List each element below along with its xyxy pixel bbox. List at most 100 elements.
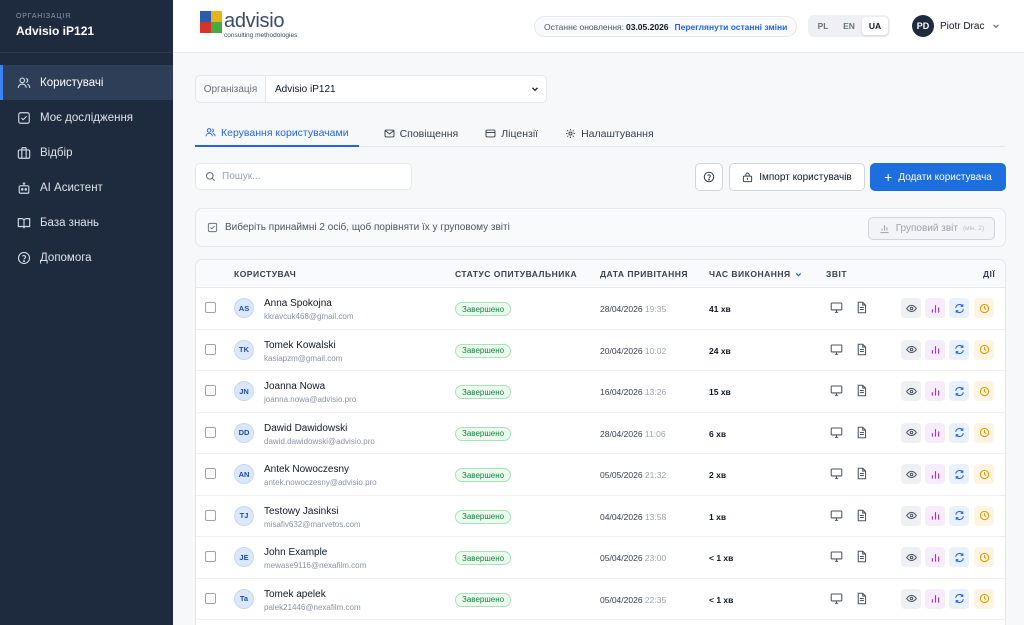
user-email: kasiapzm@gmail.com	[264, 353, 343, 363]
hour-value: 23:00	[644, 553, 667, 563]
clock-icon[interactable]	[974, 422, 994, 443]
last-update-date: 03.05.2026	[625, 21, 669, 32]
clock-icon[interactable]	[974, 547, 994, 567]
advisio-logo[interactable]: advisio consulting methodologies	[200, 11, 297, 39]
document-icon[interactable]	[855, 509, 868, 525]
lang-ua-button[interactable]: UA	[862, 17, 888, 35]
clock-icon[interactable]	[974, 464, 994, 484]
refresh-icon[interactable]	[949, 298, 969, 318]
view-eye-icon[interactable]	[901, 505, 921, 526]
document-icon[interactable]	[855, 592, 868, 608]
bar-chart-icon[interactable]	[925, 464, 945, 484]
monitor-icon[interactable]	[830, 467, 843, 483]
import-users-label: Імпорт користувачів	[759, 171, 852, 183]
lang-pl-button[interactable]: PL	[810, 17, 836, 35]
document-icon[interactable]	[855, 426, 868, 442]
view-eye-icon[interactable]	[901, 422, 921, 443]
tab-settings[interactable]: Налаштування	[563, 120, 656, 147]
refresh-icon[interactable]	[949, 505, 969, 526]
refresh-icon[interactable]	[949, 422, 969, 443]
import-users-button[interactable]: Імпорт користувачів	[729, 163, 865, 191]
monitor-icon[interactable]	[830, 384, 843, 400]
refresh-icon[interactable]	[949, 588, 969, 609]
document-icon[interactable]	[855, 550, 868, 566]
welcome-date: 28/04/2026 19:35	[600, 304, 666, 314]
chevron-down-icon	[993, 24, 1000, 29]
monitor-icon[interactable]	[830, 426, 843, 442]
clock-icon[interactable]	[974, 505, 994, 526]
row-checkbox[interactable]	[205, 592, 216, 604]
sidebar-item-label: Моє дослідження	[40, 111, 134, 124]
status-badge: Завершено	[455, 343, 512, 358]
document-icon[interactable]	[855, 301, 868, 317]
clock-icon[interactable]	[974, 588, 994, 609]
bar-chart-icon[interactable]	[925, 381, 945, 401]
row-checkbox[interactable]	[205, 509, 216, 521]
view-changes-link[interactable]: Переглянути останні зміни	[675, 22, 788, 32]
add-user-label: Додати користувача	[898, 171, 992, 183]
sidebar-item-label: База знань	[40, 216, 100, 229]
sidebar-item-users[interactable]: Користувачі	[0, 65, 173, 100]
row-checkbox[interactable]	[205, 551, 216, 562]
row-checkbox[interactable]	[205, 468, 216, 479]
header-time-sort[interactable]: ЧАС ВИКОНАННЯ	[709, 269, 803, 279]
view-eye-icon[interactable]	[901, 464, 921, 484]
bar-chart-icon[interactable]	[925, 422, 945, 443]
tab-licenses[interactable]: Ліцензії	[483, 120, 540, 147]
refresh-icon[interactable]	[949, 464, 969, 484]
bar-chart-icon[interactable]	[925, 505, 945, 526]
row-checkbox[interactable]	[205, 343, 216, 355]
sidebar-item-ai-assistant[interactable]: AI Асистент	[0, 170, 173, 205]
view-eye-icon[interactable]	[901, 339, 921, 360]
bar-chart-icon[interactable]	[925, 298, 945, 318]
tab-user-management[interactable]: Керування користувачами	[195, 120, 359, 147]
view-eye-icon[interactable]	[901, 381, 921, 401]
monitor-icon[interactable]	[830, 509, 843, 525]
bar-chart-icon[interactable]	[925, 339, 945, 360]
lang-en-button[interactable]: EN	[836, 17, 862, 35]
organization-select[interactable]: Організація Advisio iP121	[195, 75, 547, 103]
clock-icon[interactable]	[974, 298, 994, 318]
user-name: Testowy Jasinksi	[264, 505, 339, 517]
checkbox-icon	[17, 111, 31, 125]
gear-icon	[566, 129, 576, 138]
sidebar-item-help[interactable]: Допомога	[0, 240, 173, 275]
user-avatar: JE	[234, 547, 254, 567]
group-report-button[interactable]: Груповий звіт (мін. 2)	[867, 217, 995, 240]
tab-notifications[interactable]: Сповіщення	[382, 120, 461, 147]
monitor-icon[interactable]	[830, 550, 843, 566]
org-name: Advisio iP121	[16, 24, 95, 38]
bar-chart-icon[interactable]	[925, 588, 945, 609]
view-eye-icon[interactable]	[901, 588, 921, 609]
row-checkbox[interactable]	[205, 302, 216, 313]
search-box[interactable]	[195, 163, 412, 190]
document-icon[interactable]	[855, 343, 868, 359]
hour-value: 22:35	[644, 594, 667, 605]
view-eye-icon[interactable]	[901, 547, 921, 567]
chevron-down-icon	[530, 76, 546, 102]
refresh-icon[interactable]	[949, 339, 969, 360]
view-eye-icon[interactable]	[901, 298, 921, 318]
document-icon[interactable]	[855, 384, 868, 400]
sidebar-item-selection[interactable]: Відбір	[0, 135, 173, 170]
document-icon[interactable]	[855, 467, 868, 483]
search-input[interactable]	[222, 171, 402, 182]
row-checkbox[interactable]	[205, 385, 216, 396]
clock-icon[interactable]	[974, 381, 994, 401]
sidebar-item-my-research[interactable]: Моє дослідження	[0, 100, 173, 135]
bar-chart-icon[interactable]	[925, 547, 945, 567]
monitor-icon[interactable]	[830, 343, 843, 359]
refresh-icon[interactable]	[949, 381, 969, 401]
row-checkbox[interactable]	[205, 426, 216, 438]
monitor-icon[interactable]	[830, 301, 843, 317]
main-content: Організація Advisio iP121 Керування кори…	[173, 53, 1024, 625]
user-menu[interactable]: PD Piotr Drac	[912, 15, 1001, 37]
header-report: ЗВІТ	[826, 269, 848, 279]
sidebar-item-knowledge-base[interactable]: База знань	[0, 205, 173, 240]
clock-icon[interactable]	[974, 339, 994, 360]
monitor-icon[interactable]	[830, 592, 843, 608]
refresh-icon[interactable]	[949, 547, 969, 567]
help-button[interactable]	[695, 163, 723, 191]
add-user-button[interactable]: + Додати користувача	[870, 163, 1006, 191]
tab-label: Сповіщення	[399, 127, 459, 140]
